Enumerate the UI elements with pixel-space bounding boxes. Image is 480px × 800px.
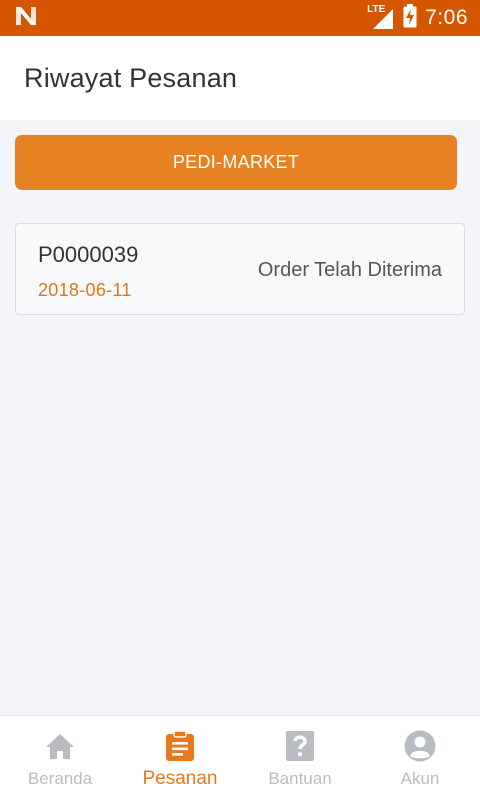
nav-item-beranda[interactable]: Beranda (0, 716, 120, 800)
bottom-nav: Beranda Pesanan Bantuan Akun (0, 715, 480, 800)
notification-n-icon (14, 5, 38, 32)
status-bar: LTE 7:06 (0, 0, 480, 36)
app-header: Riwayat Pesanan (0, 36, 480, 120)
nav-label: Pesanan (142, 768, 218, 789)
page-title: Riwayat Pesanan (24, 62, 238, 93)
clipboard-icon (164, 730, 196, 762)
help-icon (284, 730, 316, 762)
order-card[interactable]: P0000039 2018-06-11 Order Telah Diterima (15, 223, 465, 315)
signal-icon: LTE (367, 4, 395, 30)
status-time: 7:06 (425, 6, 468, 29)
screen: LTE 7:06 Riwayat Pesanan PEDI-MARKET P00… (0, 0, 480, 800)
nav-label: Bantuan (268, 769, 332, 788)
nav-item-pesanan[interactable]: Pesanan (120, 716, 240, 800)
order-status: Order Telah Diterima (257, 259, 442, 281)
status-right: LTE 7:06 (367, 3, 468, 33)
order-date: 2018-06-11 (38, 280, 132, 300)
nav-label: Akun (400, 769, 440, 788)
nav-item-akun[interactable]: Akun (360, 716, 480, 800)
account-icon (404, 730, 436, 762)
nav-label: Beranda (27, 769, 93, 788)
battery-icon (403, 3, 417, 33)
status-left (14, 5, 38, 32)
pedi-market-button[interactable]: PEDI-MARKET (15, 135, 457, 190)
home-icon (44, 730, 76, 762)
nav-item-bantuan[interactable]: Bantuan (240, 716, 360, 800)
order-id: P0000039 (38, 242, 139, 267)
